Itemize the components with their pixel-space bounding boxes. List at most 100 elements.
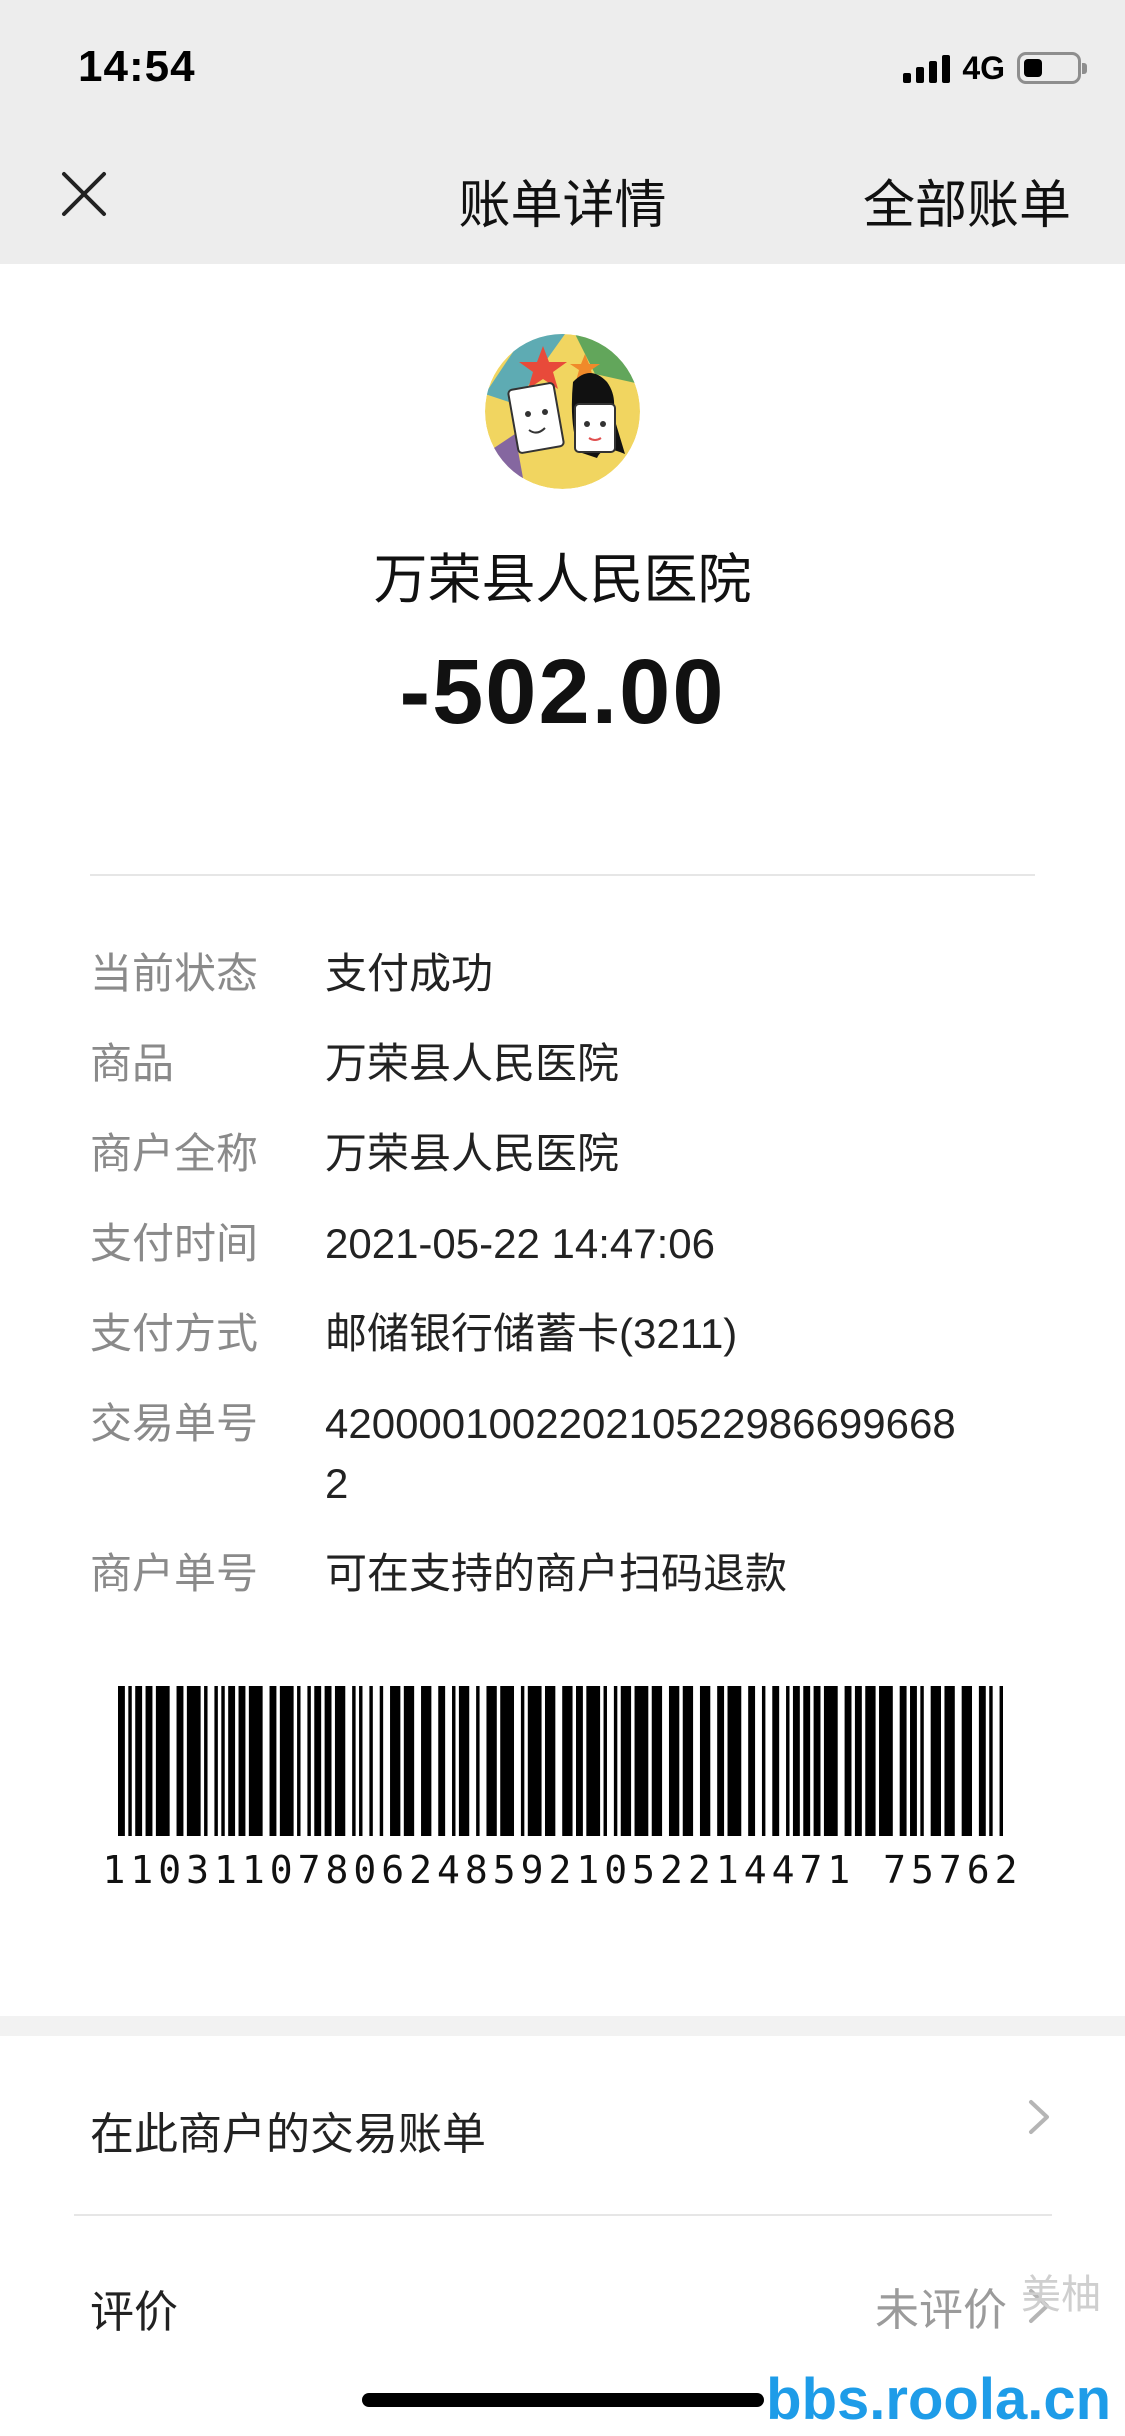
detail-row-merchant-full-name: 商户全称 万荣县人民医院	[90, 1124, 1035, 1184]
barcode-bar	[865, 1686, 876, 1836]
barcode-bar	[792, 1686, 800, 1836]
section-separator	[0, 2016, 1125, 2036]
barcode-bar	[527, 1686, 542, 1836]
barcode-bar	[486, 1686, 497, 1836]
barcode-bar	[761, 1686, 766, 1836]
barcode-bar	[500, 1686, 515, 1836]
barcode-bar	[314, 1686, 322, 1836]
detail-label: 商户单号	[90, 1550, 259, 1597]
barcode-bar	[668, 1686, 680, 1836]
detail-row-payment-method: 支付方式 邮储银行储蓄卡(3211)	[90, 1304, 1035, 1364]
merchant-name: 万荣县人民医院	[373, 550, 752, 610]
rating-label: 评价	[90, 2288, 178, 2337]
barcode-bar	[576, 1686, 583, 1836]
merchant-bills-label: 在此商户的交易账单	[90, 2110, 486, 2159]
detail-value: 邮储银行储蓄卡(3211)	[325, 1310, 738, 1357]
detail-value: 支付成功	[325, 950, 494, 997]
detail-row-transaction-id: 交易单号 4200001002202105229866996682	[90, 1394, 1035, 1514]
watermark-site: bbs.roola.cn	[766, 2367, 1111, 2432]
barcode-bar	[699, 1686, 711, 1836]
barcode-bar	[421, 1686, 432, 1836]
rating-status: 未评价	[875, 2286, 1007, 2335]
watermark-logo: 美柚	[1021, 2273, 1101, 2317]
barcode-bar	[989, 1686, 993, 1836]
barcode-bar	[145, 1686, 153, 1836]
home-indicator[interactable]	[362, 2393, 764, 2407]
barcode-bar	[279, 1686, 294, 1836]
barcode-bar	[359, 1686, 363, 1836]
barcode-bar	[930, 1686, 942, 1836]
barcode-number: 110311078062485921052214471 75762	[102, 1848, 1023, 1892]
barcode-bar	[717, 1686, 725, 1836]
barcode-bar	[214, 1686, 218, 1836]
divider	[74, 2214, 1052, 2216]
barcode-bar	[438, 1686, 446, 1836]
all-bills-button[interactable]: 全部账单	[863, 163, 1071, 238]
barcode-bar	[603, 1686, 607, 1836]
barcode-bar	[176, 1686, 184, 1836]
barcode-bar	[297, 1686, 301, 1836]
status-time: 14:54	[78, 42, 196, 91]
barcode-bar	[854, 1686, 862, 1836]
chevron-right-icon	[1029, 2100, 1049, 2134]
signal-icon	[903, 53, 951, 83]
barcode-bar	[961, 1686, 973, 1836]
barcode-bar	[452, 1686, 456, 1836]
barcode-bar	[520, 1686, 525, 1836]
barcode-bar	[823, 1686, 838, 1836]
merchant-avatar	[485, 334, 640, 489]
barcode-bar	[944, 1686, 955, 1836]
barcode-bar	[879, 1686, 893, 1836]
barcode-bar	[910, 1686, 917, 1836]
detail-value[interactable]: 4200001002202105229866996682	[325, 1394, 975, 1514]
barcode-bar	[613, 1686, 618, 1836]
barcode-bar	[204, 1686, 208, 1836]
barcode-bar	[813, 1686, 821, 1836]
barcode-bar	[228, 1686, 236, 1836]
barcode-bar	[651, 1686, 663, 1836]
payment-amount: -502.00	[399, 641, 726, 743]
barcode-bar	[620, 1686, 632, 1836]
barcode-bar	[682, 1686, 694, 1836]
barcode-bar	[899, 1686, 907, 1836]
merchant-bills-item[interactable]: 在此商户的交易账单	[0, 2040, 1125, 2216]
detail-label: 商品	[90, 1040, 175, 1087]
detail-row-merchant-order: 商户单号 可在支持的商户扫码退款	[90, 1544, 1035, 1604]
detail-value: 2021-05-22 14:47:06	[325, 1220, 715, 1267]
network-type: 4G	[962, 49, 1005, 86]
barcode-bar	[803, 1686, 811, 1836]
detail-label: 交易单号	[90, 1400, 259, 1447]
barcode-bar	[128, 1686, 132, 1836]
barcode-bar	[748, 1686, 756, 1836]
barcode-bar	[155, 1686, 170, 1836]
detail-row-product: 商品 万荣县人民医院	[90, 1034, 1035, 1094]
barcode-bar	[476, 1686, 480, 1836]
divider	[90, 874, 1035, 876]
barcode-bar	[334, 1686, 346, 1836]
barcode-bar	[727, 1686, 742, 1836]
barcode-bar	[545, 1686, 556, 1836]
barcode-bar	[786, 1686, 790, 1836]
barcode-bar	[186, 1686, 201, 1836]
detail-list: 当前状态 支付成功 商品 万荣县人民医院 商户全称 万荣县人民医院 支付时间 2…	[90, 944, 1035, 1634]
barcode-bar	[369, 1686, 373, 1836]
barcode-bar	[403, 1686, 415, 1836]
barcode-bar	[135, 1686, 143, 1836]
detail-value: 万荣县人民医院	[325, 1130, 620, 1177]
barcode-bar	[772, 1686, 780, 1836]
barcode-bar	[221, 1686, 225, 1836]
detail-label: 商户全称	[90, 1130, 259, 1177]
battery-icon	[1017, 52, 1087, 84]
detail-label: 当前状态	[90, 950, 259, 997]
barcode-bar	[458, 1686, 470, 1836]
barcode-bar	[586, 1686, 601, 1836]
detail-label: 支付时间	[90, 1220, 259, 1267]
barcode-bar	[978, 1686, 986, 1836]
detail-row-status: 当前状态 支付成功	[90, 944, 1035, 1004]
battery-level	[1024, 59, 1042, 77]
barcode-bar	[920, 1686, 924, 1836]
barcode-bar	[269, 1686, 277, 1836]
barcode-bar	[352, 1686, 356, 1836]
status-indicators: 4G	[903, 48, 1087, 88]
barcode-bar	[238, 1686, 246, 1836]
